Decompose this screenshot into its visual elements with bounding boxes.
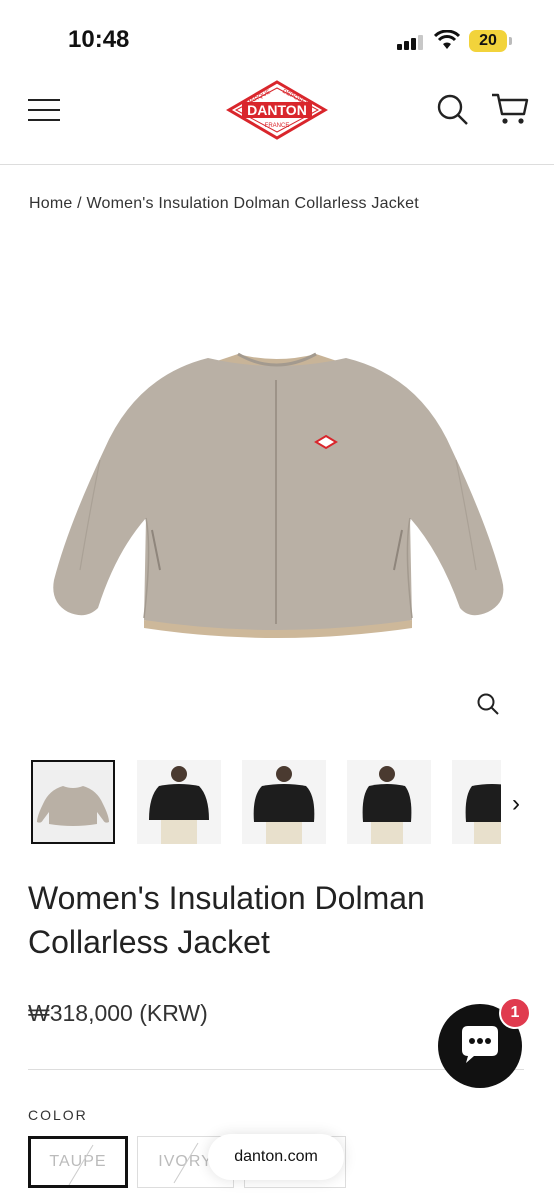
product-price: ₩318,000 (KRW) (28, 1000, 208, 1026)
thumbnail-4[interactable] (347, 760, 431, 844)
status-time: 10:48 (68, 26, 130, 53)
product-title: Women's Insulation Dolman Collarless Jac… (28, 880, 425, 960)
breadcrumb-home[interactable]: Home (29, 195, 72, 212)
breadcrumb: Home / Women's Insulation Dolman Collarl… (29, 195, 419, 213)
thumbnail-3[interactable] (242, 760, 326, 844)
cart-icon[interactable] (491, 92, 529, 126)
wifi-icon (434, 30, 460, 49)
zoom-icon[interactable] (476, 692, 500, 716)
signal-icon (397, 34, 425, 50)
site-header: DANTON MARQUE DEPOSEE FRANCE (0, 80, 554, 165)
breadcrumb-separator: / (77, 195, 82, 212)
breadcrumb-current: Women's Insulation Dolman Collarless Jac… (86, 195, 419, 212)
thumbnail-2[interactable] (137, 760, 221, 844)
status-bar: 10:48 20 (0, 0, 554, 80)
chevron-right-icon[interactable]: › (512, 790, 520, 818)
color-option-taupe[interactable]: TAUPE (28, 1136, 128, 1188)
browser-domain[interactable]: danton.com (208, 1134, 344, 1180)
logo-wordmark: DANTON (247, 102, 307, 118)
thumbnail-5[interactable] (452, 760, 501, 844)
color-label: COLOR (28, 1107, 88, 1123)
menu-icon[interactable] (28, 96, 62, 124)
search-icon[interactable] (437, 94, 469, 126)
product-image[interactable] (40, 340, 520, 640)
thumbnail-1[interactable] (31, 760, 115, 844)
svg-text:FRANCE: FRANCE (265, 123, 290, 129)
thumbnail-strip (31, 760, 501, 846)
chat-badge: 1 (499, 997, 531, 1029)
danton-logo[interactable]: DANTON MARQUE DEPOSEE FRANCE (226, 80, 328, 140)
battery-indicator: 20 (469, 30, 512, 52)
